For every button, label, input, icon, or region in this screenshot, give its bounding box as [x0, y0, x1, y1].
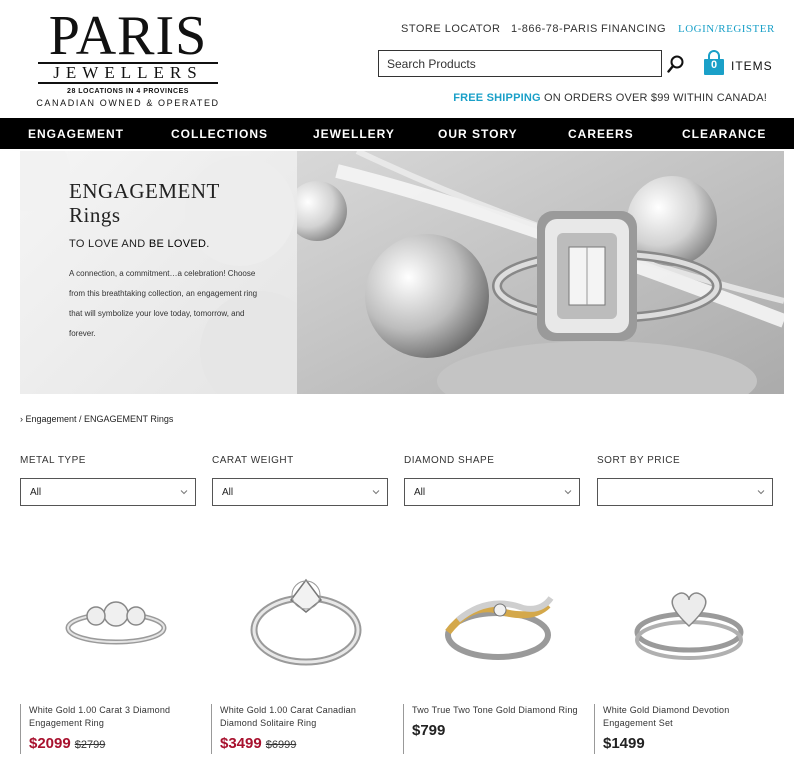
store-locator-link[interactable]: STORE LOCATOR [401, 23, 500, 35]
product-info: White Gold Diamond Devotion Engagement S… [594, 704, 774, 754]
hero-title: ENGAGEMENT Rings [69, 179, 220, 227]
product-info: Two True Two Tone Gold Diamond Ring $799 [403, 704, 583, 754]
product-image[interactable] [211, 550, 391, 690]
nav-jewellery[interactable]: JEWELLERY [313, 127, 395, 141]
chevron-down-icon [372, 490, 380, 495]
free-shipping-highlight: FREE SHIPPING [453, 92, 541, 104]
sort-by-price-select[interactable] [597, 478, 773, 506]
price-row: $1499 [603, 735, 774, 753]
hero-subtitle-end: . [206, 238, 210, 250]
product-info: White Gold 1.00 Carat Canadian Diamond S… [211, 704, 391, 754]
search-icon[interactable] [667, 55, 685, 73]
product-price: $3499 [220, 735, 262, 752]
chevron-down-icon [757, 490, 765, 495]
nav-careers[interactable]: CAREERS [568, 127, 634, 141]
main-nav: ENGAGEMENT COLLECTIONS JEWELLERY OUR STO… [0, 118, 794, 149]
product-image[interactable] [403, 550, 583, 690]
hero-subtitle: TO LOVE AND BE LOVED. [69, 238, 210, 250]
product-name[interactable]: White Gold 1.00 Carat Canadian Diamond S… [220, 704, 391, 730]
hero-subtitle-bold: BE LOVED [148, 238, 207, 250]
filter-label-sort: SORT BY PRICE [597, 455, 681, 466]
hero-title-line2: Rings [69, 203, 121, 227]
product-image[interactable] [594, 550, 774, 690]
metal-type-select[interactable]: All [20, 478, 196, 506]
logo-subtitle: JEWELLERS [38, 62, 218, 84]
shipping-banner: FREE SHIPPING ON ORDERS OVER $99 WITHIN … [453, 92, 767, 104]
logo-tagline: CANADIAN OWNED & OPERATED [36, 98, 220, 108]
breadcrumb[interactable]: › Engagement / ENGAGEMENT Rings [20, 414, 173, 424]
product-name[interactable]: Two True Two Tone Gold Diamond Ring [412, 704, 583, 717]
top-links: STORE LOCATOR 1-866-78-PARIS FINANCING L… [400, 23, 774, 37]
hero-subtitle-plain: TO LOVE AND [69, 238, 149, 250]
hero-description: A connection, a commitment…a celebration… [69, 269, 258, 338]
brand-logo[interactable]: PARIS JEWELLERS 28 LOCATIONS IN 4 PROVIN… [36, 5, 220, 108]
cart-items-label[interactable]: ITEMS [731, 59, 773, 73]
nav-clearance[interactable]: CLEARANCE [682, 127, 766, 141]
chevron-down-icon [564, 490, 572, 495]
product-name[interactable]: White Gold 1.00 Carat 3 Diamond Engageme… [29, 704, 200, 730]
price-row: $3499 $6999 [220, 735, 391, 753]
diamond-shape-select[interactable]: All [404, 478, 580, 506]
product-old-price: $6999 [265, 739, 297, 751]
nav-our-story[interactable]: OUR STORY [438, 127, 518, 141]
nav-engagement[interactable]: ENGAGEMENT [28, 127, 124, 141]
price-row: $799 [412, 722, 583, 740]
chevron-down-icon [180, 490, 188, 495]
filter-label-carat: CARAT WEIGHT [212, 455, 294, 466]
product-price: $799 [412, 722, 446, 739]
product-price: $2099 [29, 735, 71, 752]
product-name[interactable]: White Gold Diamond Devotion Engagement S… [603, 704, 774, 730]
logo-locations: 28 LOCATIONS IN 4 PROVINCES [67, 88, 189, 95]
search-input[interactable]: Search Products [378, 50, 662, 77]
product-price: $1499 [603, 735, 645, 752]
logo-wordmark: PARIS [48, 5, 208, 67]
carat-weight-value: All [222, 487, 234, 498]
product-info: White Gold 1.00 Carat 3 Diamond Engageme… [20, 704, 200, 754]
financing-link[interactable]: FINANCING [601, 23, 666, 35]
filter-label-metal: METAL TYPE [20, 455, 86, 466]
metal-type-value: All [30, 487, 42, 498]
hero-ring-photo [297, 151, 784, 394]
shipping-text: ON ORDERS OVER $99 WITHIN CANADA! [540, 92, 767, 104]
product-image[interactable] [20, 550, 200, 690]
nav-collections[interactable]: COLLECTIONS [171, 127, 268, 141]
phone-link[interactable]: 1-866-78-PARIS [511, 23, 598, 35]
login-register-link[interactable]: LOGIN/REGISTER [678, 23, 775, 35]
price-row: $2099 $2799 [29, 735, 200, 753]
cart-count: 0 [710, 59, 718, 71]
hero-title-line1: ENGAGEMENT [69, 179, 220, 203]
filter-label-shape: DIAMOND SHAPE [404, 455, 495, 466]
hero-banner: ENGAGEMENT Rings TO LOVE AND BE LOVED. A… [20, 151, 784, 394]
product-old-price: $2799 [74, 739, 106, 751]
diamond-shape-value: All [414, 487, 426, 498]
carat-weight-select[interactable]: All [212, 478, 388, 506]
